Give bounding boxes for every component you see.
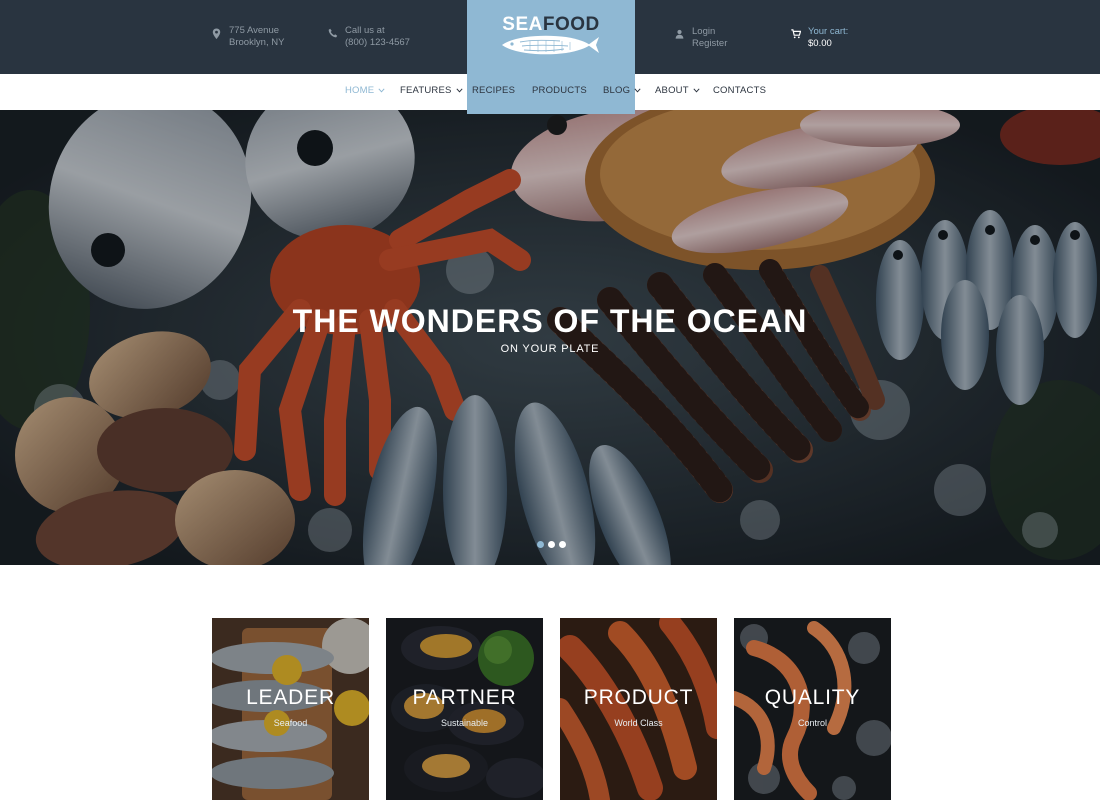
feature-subtitle: World Class xyxy=(614,718,663,728)
nav-features-label: FEATURES xyxy=(400,85,452,96)
call-label: Call us at xyxy=(345,25,385,36)
cart-total: $0.00 xyxy=(808,38,832,49)
nav-blog[interactable]: BLOG xyxy=(603,85,641,96)
hero-subtitle: ON YOUR PLATE xyxy=(500,343,600,355)
nav-features[interactable]: FEATURES xyxy=(400,85,463,96)
feature-card-leader[interactable]: LEADER Seafood xyxy=(212,618,369,800)
chevron-down-icon xyxy=(693,88,700,93)
nav-about-label: ABOUT xyxy=(655,85,689,96)
logo-word-sea: SEA xyxy=(502,14,543,35)
feature-title: LEADER xyxy=(246,686,335,709)
nav-contacts[interactable]: CONTACTS xyxy=(713,85,766,96)
account-links: Login Register xyxy=(675,26,727,50)
address-info: 775 Avenue Brooklyn, NY xyxy=(212,25,284,49)
nav-about[interactable]: ABOUT xyxy=(655,85,700,96)
slider-pagination xyxy=(537,541,566,548)
chevron-down-icon xyxy=(456,88,463,93)
logo-wordmark: SEAFOOD xyxy=(467,14,635,36)
address-line2: Brooklyn, NY xyxy=(229,37,285,48)
slider-dot-3[interactable] xyxy=(559,541,566,548)
feature-title: PRODUCT xyxy=(583,686,694,709)
cart-icon xyxy=(791,29,801,41)
feature-subtitle: Sustainable xyxy=(440,718,489,728)
feature-card-partner[interactable]: PARTNER Sustainable xyxy=(386,618,543,800)
fish-icon xyxy=(502,35,599,55)
nav-contacts-label: CONTACTS xyxy=(713,85,767,96)
cart-widget[interactable]: Your cart: $0.00 xyxy=(791,26,848,50)
feature-subtitle: Seafood xyxy=(273,718,308,728)
hero-slider[interactable]: THE WONDERS OF THE OCEAN ON YOUR PLATE xyxy=(0,110,1100,565)
feature-card-quality[interactable]: QUALITY Control xyxy=(734,618,891,800)
phone-info: Call us at (800) 123-4567 xyxy=(328,25,410,49)
slider-dot-2[interactable] xyxy=(548,541,555,548)
nav-home[interactable]: HOME xyxy=(345,85,385,96)
user-icon xyxy=(675,29,685,41)
nav-recipes-label: RECIPES xyxy=(472,85,516,96)
hero-title: THE WONDERS OF THE OCEAN xyxy=(292,303,808,339)
logo-word-food: FOOD xyxy=(542,14,600,35)
feature-title: QUALITY xyxy=(764,686,861,709)
feature-subtitle: Control xyxy=(797,718,827,728)
register-link[interactable]: Register xyxy=(692,38,727,50)
feature-card-product[interactable]: PRODUCT World Class xyxy=(560,618,717,800)
cart-label: Your cart: xyxy=(808,26,849,37)
chevron-down-icon xyxy=(378,88,385,93)
site-logo[interactable]: SEAFOOD xyxy=(467,0,635,114)
nav-home-label: HOME xyxy=(345,85,375,96)
features-row: LEADER Seafood PARTNER Sustainable PRODU… xyxy=(212,618,891,800)
slider-dot-1[interactable] xyxy=(537,541,544,548)
nav-products[interactable]: PRODUCTS xyxy=(532,85,587,96)
phone-icon xyxy=(328,28,338,40)
phone-number[interactable]: (800) 123-4567 xyxy=(345,37,410,49)
map-pin-icon xyxy=(212,28,222,40)
feature-title: PARTNER xyxy=(412,686,517,709)
nav-recipes[interactable]: RECIPES xyxy=(472,85,515,96)
address-line1: 775 Avenue xyxy=(229,25,280,36)
login-link[interactable]: Login xyxy=(692,26,727,38)
chevron-down-icon xyxy=(634,88,641,93)
nav-blog-label: BLOG xyxy=(603,85,631,96)
nav-products-label: PRODUCTS xyxy=(532,85,587,96)
